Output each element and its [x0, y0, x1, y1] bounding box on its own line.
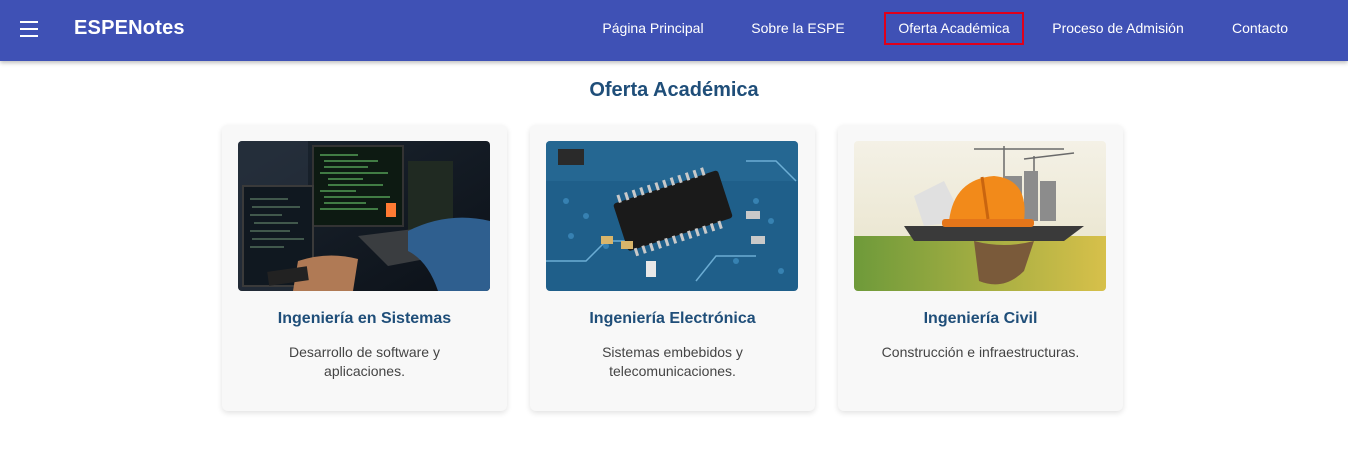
- nav-link-sobre-la-espe[interactable]: Sobre la ESPE: [738, 12, 858, 45]
- programmer-coding-photo: [238, 141, 490, 291]
- brand-title[interactable]: ESPENotes: [74, 17, 185, 40]
- card-title: Ingeniería en Sistemas: [277, 310, 452, 327]
- nav-link-proceso-admision[interactable]: Proceso de Admisión: [1040, 12, 1196, 45]
- hardhat-construction-photo: [854, 141, 1106, 291]
- hamburger-menu-icon[interactable]: [20, 21, 40, 37]
- nav-link-oferta-academica[interactable]: Oferta Académica: [884, 12, 1024, 45]
- nav-link-pagina-principal[interactable]: Página Principal: [589, 12, 717, 45]
- card-ingenieria-sistemas[interactable]: Ingeniería en Sistemas Desarrollo de sof…: [222, 125, 507, 411]
- page-title: Oferta Académica: [589, 79, 759, 101]
- card-ingenieria-civil[interactable]: Ingeniería Civil Construcción e infraest…: [838, 125, 1123, 411]
- app-bar: ESPENotes Página Principal Sobre la ESPE…: [0, 0, 1348, 61]
- circuit-board-chip-photo: [546, 141, 798, 291]
- nav-link-contacto[interactable]: Contacto: [1218, 12, 1302, 45]
- card-description: Sistemas embebidos y telecomunicaciones.: [602, 344, 743, 379]
- card-description: Construcción e infraestructuras.: [881, 344, 1080, 360]
- card-description: Desarrollo de software y aplicaciones.: [289, 344, 440, 379]
- card-title: Ingeniería Electrónica: [589, 310, 756, 327]
- card-title: Ingeniería Civil: [923, 310, 1038, 327]
- card-ingenieria-electronica[interactable]: Ingeniería Electrónica Sistemas embebido…: [530, 125, 815, 411]
